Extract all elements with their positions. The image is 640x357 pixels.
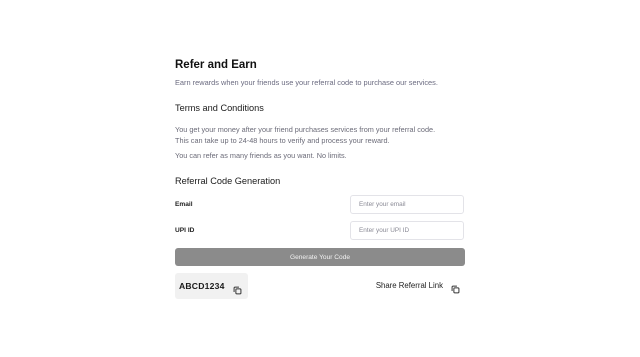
copy-icon[interactable] bbox=[233, 282, 242, 294]
email-field[interactable] bbox=[350, 195, 464, 214]
terms-line: You get your money after your friend pur… bbox=[175, 125, 436, 134]
terms-heading: Terms and Conditions bbox=[175, 103, 264, 113]
referral-generation-heading: Referral Code Generation bbox=[175, 176, 281, 186]
upi-id-field[interactable] bbox=[350, 221, 464, 240]
refer-and-earn-panel: Refer and Earn Earn rewards when your fr… bbox=[175, 58, 465, 299]
copy-icon bbox=[451, 281, 460, 294]
email-label: Email bbox=[175, 201, 193, 208]
terms-line: This can take up to 24-48 hours to verif… bbox=[175, 136, 390, 145]
generate-code-button[interactable]: Generate Your Code bbox=[175, 248, 465, 266]
referral-code-box: ABCD1234 bbox=[175, 273, 248, 299]
upi-id-label: UPI ID bbox=[175, 227, 195, 234]
page-subtitle: Earn rewards when your friends use your … bbox=[175, 78, 438, 87]
share-referral-label: Share Referral Link bbox=[375, 281, 443, 290]
referral-code: ABCD1234 bbox=[179, 281, 225, 291]
page-title: Refer and Earn bbox=[175, 59, 257, 71]
share-referral-link[interactable]: Share Referral Link bbox=[375, 281, 460, 294]
terms-line: You can refer as many friends as you wan… bbox=[175, 151, 347, 160]
